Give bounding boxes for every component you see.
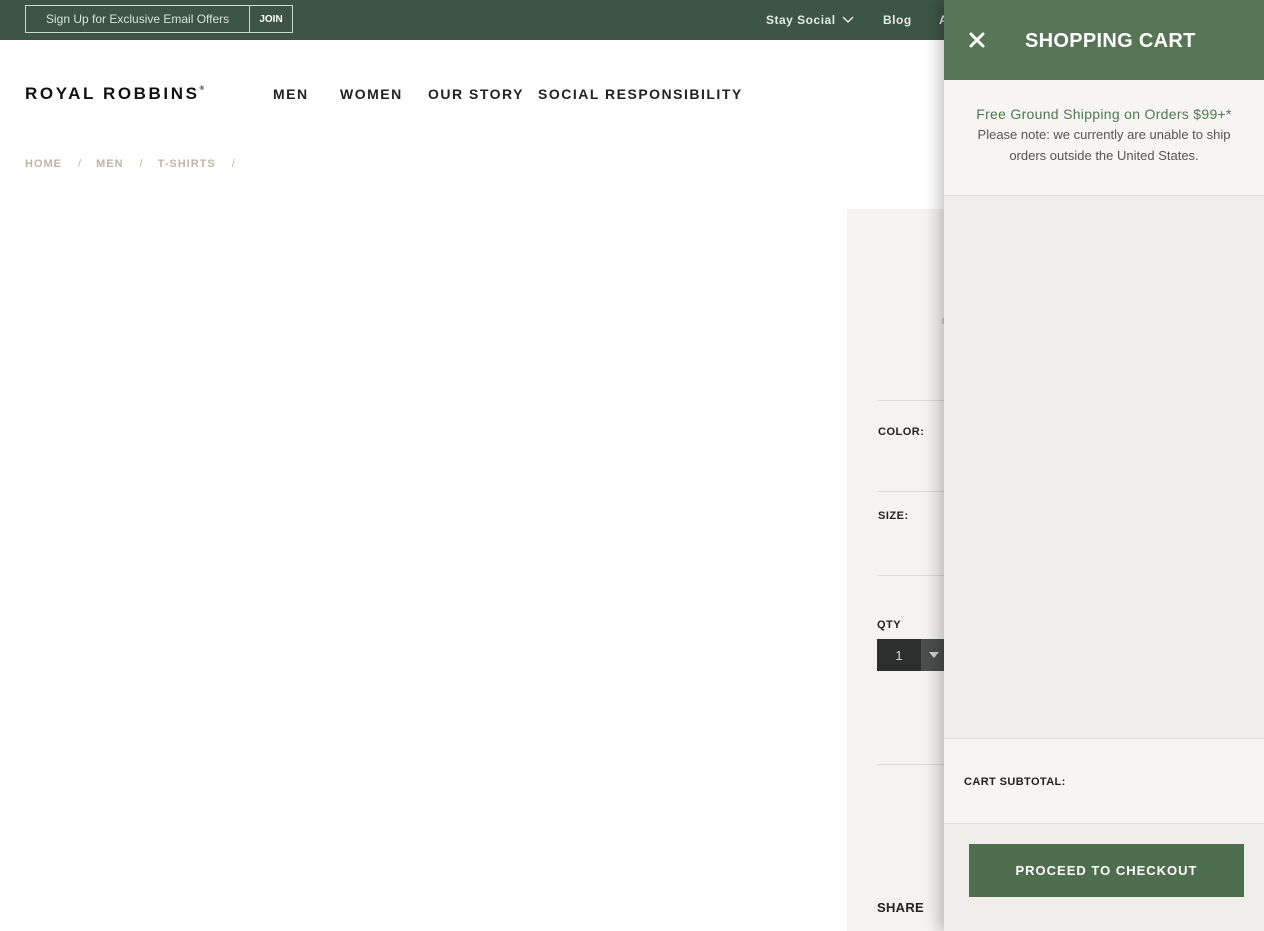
breadcrumb-separator: / (231, 158, 236, 170)
royal-robbins-logo[interactable]: ROYAL ROBBINS® (25, 84, 204, 104)
nav-men[interactable]: MEN (273, 86, 309, 102)
divider (878, 491, 948, 492)
breadcrumb-men[interactable]: MEN (96, 158, 123, 170)
divider (878, 400, 948, 401)
shipping-note: Please note: we currently are unable to … (977, 127, 1231, 163)
divider (877, 764, 947, 765)
size-label: SIZE: (878, 510, 909, 522)
quantity-select[interactable]: 1 (877, 639, 947, 671)
breadcrumb-separator: / (139, 158, 144, 170)
nav-social-responsibility[interactable]: SOCIAL RESPONSIBILITY (538, 86, 743, 102)
divider (878, 575, 948, 576)
shopping-cart-drawer: SHOPPING CART Free Ground Shipping on Or… (944, 0, 1264, 931)
free-shipping-promo: Free Ground Shipping on Orders $99+* (976, 106, 1232, 122)
share-label: SHARE (877, 900, 925, 915)
breadcrumb: HOME / MEN / T-SHIRTS / (25, 158, 250, 170)
logo-mark: ® (199, 86, 204, 93)
page: JOIN Stay Social Blog A ROYAL ROBBINS® M… (0, 0, 1264, 931)
color-label: COLOR: (878, 426, 925, 438)
logo-text: ROYAL ROBBINS (25, 84, 200, 103)
blog-label: Blog (883, 13, 912, 27)
blog-link[interactable]: Blog (883, 13, 912, 27)
cart-subtotal-label: CART SUBTOTAL: (964, 776, 1066, 788)
nav-our-story[interactable]: OUR STORY (428, 86, 524, 102)
quantity-value: 1 (895, 647, 903, 663)
close-icon[interactable] (966, 29, 988, 51)
email-signup-input[interactable] (26, 6, 250, 32)
nav-women[interactable]: WOMEN (340, 86, 403, 102)
cart-subtotal-row: CART SUBTOTAL: (944, 738, 1264, 824)
cart-items-area (944, 196, 1264, 738)
breadcrumb-t-shirts[interactable]: T-SHIRTS (158, 158, 216, 170)
proceed-to-checkout-button[interactable]: PROCEED TO CHECKOUT (969, 844, 1244, 897)
shipping-notice: Free Ground Shipping on Orders $99+* Ple… (944, 80, 1264, 196)
stay-social-label: Stay Social (766, 13, 836, 27)
email-signup-form: JOIN (25, 5, 293, 33)
breadcrumb-separator: / (78, 158, 83, 170)
cart-header: SHOPPING CART (944, 0, 1264, 80)
chevron-down-icon (842, 16, 854, 24)
cart-title: SHOPPING CART (1025, 30, 1196, 52)
breadcrumb-home[interactable]: HOME (25, 158, 62, 170)
qty-label: QTY (877, 619, 902, 631)
stay-social-link[interactable]: Stay Social (766, 13, 854, 27)
join-button[interactable]: JOIN (250, 6, 292, 32)
